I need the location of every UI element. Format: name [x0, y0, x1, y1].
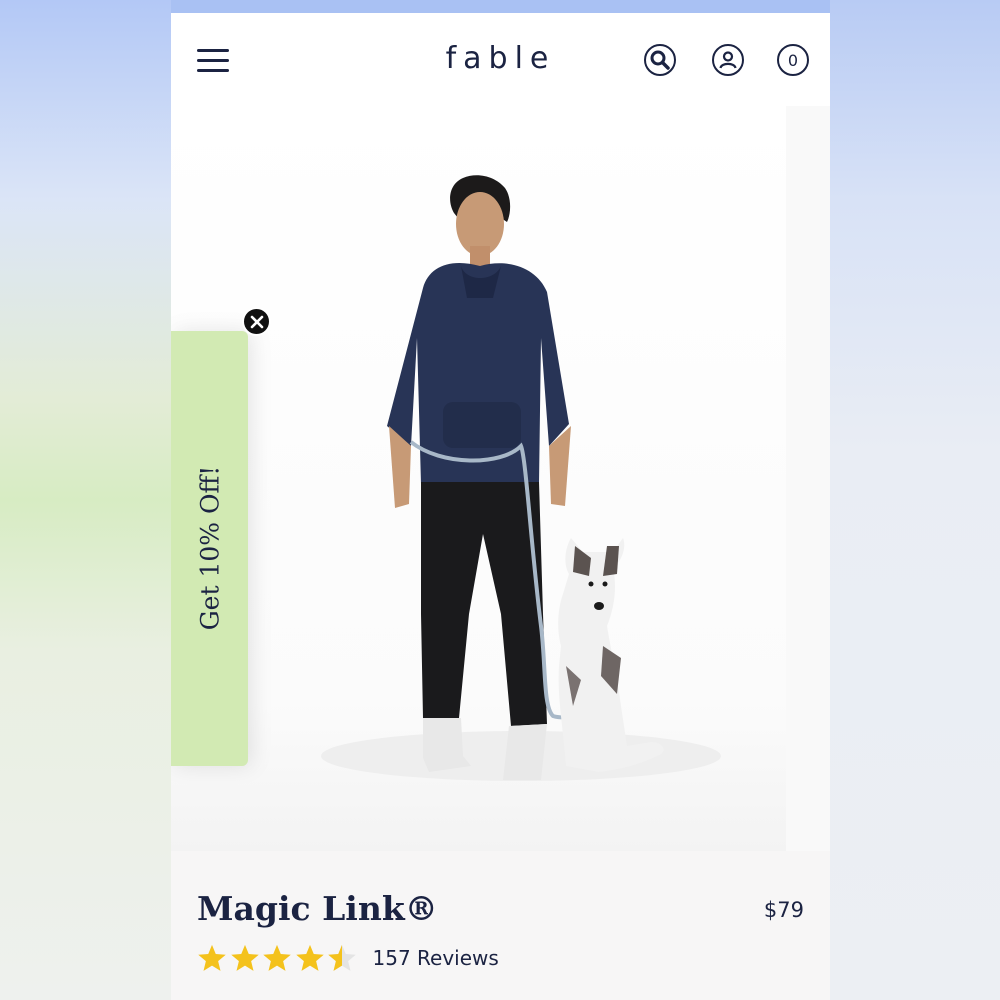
site-header: fable 0	[171, 13, 830, 106]
star-icon	[198, 944, 226, 971]
star-icon	[263, 944, 291, 971]
account-icon[interactable]	[712, 44, 744, 76]
product-hero-image	[171, 106, 830, 851]
hero-illustration	[321, 175, 721, 781]
reviews-link[interactable]: 157 Reviews	[373, 946, 499, 970]
half-star-icon	[328, 944, 356, 971]
star-icon	[230, 944, 259, 971]
star-icon	[295, 944, 324, 971]
cart-icon[interactable]: 0	[777, 44, 809, 76]
close-icon[interactable]	[242, 307, 271, 336]
background-right	[830, 0, 1000, 1000]
promo-label: Get 10% Off!	[195, 465, 225, 631]
discount-promo-tab[interactable]: Get 10% Off!	[171, 331, 248, 766]
status-strip	[171, 0, 830, 13]
product-title: Magic Link®	[197, 889, 438, 928]
product-rating[interactable]: 157 Reviews	[196, 943, 499, 973]
cart-count: 0	[787, 50, 799, 70]
product-info: Magic Link® $79 157 Reviews	[171, 851, 830, 1000]
star-rating	[196, 943, 359, 973]
phone-screen: fable 0 Get 10% Off! Magic Link® $79 157…	[171, 0, 830, 1000]
search-icon[interactable]	[644, 44, 676, 76]
product-price: $79	[763, 898, 804, 922]
hero-next-image-edge	[786, 106, 830, 851]
